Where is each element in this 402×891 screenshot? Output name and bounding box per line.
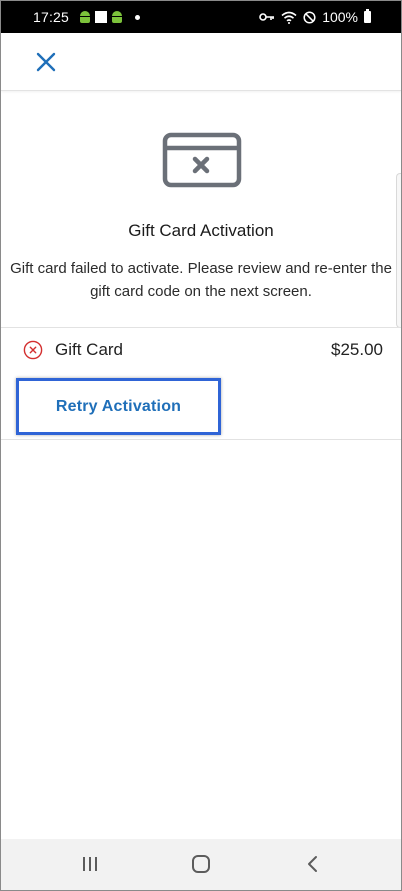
item-price: $25.00 (331, 340, 383, 359)
gallery-notification-icon (95, 11, 108, 23)
battery-icon (364, 9, 371, 23)
notification-icons (79, 11, 141, 23)
gift-card-row: Gift Card $25.00 (1, 328, 401, 372)
home-icon[interactable] (192, 855, 210, 873)
system-icons: 100% (259, 1, 371, 33)
key-icon (259, 13, 275, 21)
status-bar: 17:25 100% (1, 1, 401, 33)
close-icon[interactable] (33, 49, 59, 75)
retry-activation-label: Retry Activation (55, 397, 182, 415)
status-time: 17:25 (33, 9, 70, 25)
description-line-1: Gift card failed to activate. Please rev… (10, 260, 392, 277)
recent-apps-icon[interactable] (81, 856, 99, 872)
page-title: Gift Card Activation (128, 221, 274, 240)
top-app-bar (1, 33, 401, 91)
wifi-icon (281, 11, 297, 24)
app-frame: 17:25 100% Gift Card Activation Gift car… (0, 0, 402, 891)
battery-percent: 100% (322, 9, 358, 25)
scroll-indicator (396, 173, 401, 328)
android-notification-icon (111, 11, 123, 23)
error-description: Gift card failed to activate. Please rev… (1, 257, 401, 303)
system-navigation-bar (1, 839, 401, 890)
item-label: Gift Card (55, 340, 124, 359)
failed-card-icon (162, 132, 242, 188)
back-icon[interactable] (306, 855, 320, 873)
android-notification-icon (79, 11, 91, 23)
error-circle-icon (23, 340, 43, 360)
divider (1, 439, 401, 440)
do-not-disturb-icon (303, 10, 316, 24)
more-notifications-dot (135, 14, 141, 20)
retry-activation-button[interactable]: Retry Activation (16, 378, 221, 435)
description-line-2: gift card code on the next screen. (90, 283, 312, 300)
